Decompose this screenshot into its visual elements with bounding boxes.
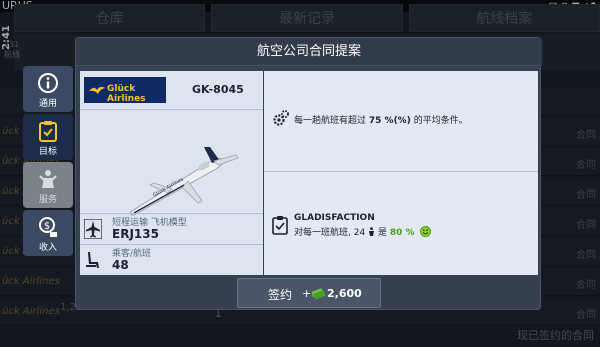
side-tab-label: 服务 [38, 195, 57, 205]
side-tab-goals[interactable]: 目标 [23, 114, 73, 160]
sign-label: 签约 [268, 288, 293, 302]
bird-icon [89, 86, 105, 94]
sign-amount: 2,600 [327, 287, 362, 300]
info-icon [38, 73, 58, 93]
side-tab-label: 目标 [38, 147, 57, 157]
divider [80, 109, 263, 110]
money-icon [311, 288, 325, 299]
divider [264, 171, 538, 172]
condition-satisfaction-value: 80 % [389, 228, 415, 238]
smiley-icon [420, 226, 432, 237]
aircraft-model: ERJ135 [112, 227, 159, 241]
side-tab-label: 通用 [38, 99, 57, 109]
airline-name: Glück Airlines [107, 84, 146, 104]
side-tab-income[interactable]: $ 收入 [23, 210, 73, 256]
condition-average-value: 75 %(%) [368, 116, 411, 126]
conditions-panel: 每一趟航班有超过 75 %(%) 的平均条件。 GLADISFACTION 对每… [264, 71, 538, 275]
sign-plus: + [302, 287, 312, 300]
clipboard-icon [272, 216, 288, 235]
side-tab-general[interactable]: 通用 [23, 66, 73, 112]
divider [80, 244, 263, 245]
dialog-title: 航空公司合同提案 [76, 38, 542, 66]
side-tab-service[interactable]: 服务 [23, 162, 73, 208]
sign-contract-button[interactable]: 签约 + 2,600 [237, 278, 381, 308]
condition-average: 每一趟航班有超过 75 %(%) 的平均条件。 [272, 109, 532, 131]
airplane-image: Glück Airlines [129, 147, 239, 216]
passengers-row: 乘客/航班 48 [80, 246, 263, 276]
condition-satisfaction-mid: 是 [377, 228, 387, 238]
clipboard-icon [39, 121, 57, 142]
seat-icon [86, 252, 99, 268]
contract-proposal-dialog: 航空公司合同提案 Glück Airlines GK-8045 Glück Ai… [75, 37, 542, 310]
divider [80, 213, 263, 214]
airplane-icon [84, 219, 102, 239]
staff-icon [39, 170, 57, 188]
condition-average-suffix: 的平均条件。 [413, 116, 468, 126]
side-tab-label: 收入 [38, 243, 57, 253]
condition-average-prefix: 每一趟航班有超过 [294, 116, 367, 126]
condition-satisfaction-title: GLADISFACTION [294, 213, 375, 223]
flight-code: GK-8045 [192, 83, 244, 96]
condition-satisfaction: GLADISFACTION 对每一班航班, 24 是 80 % [272, 213, 532, 253]
airline-logo: Glück Airlines [84, 77, 166, 104]
aircraft-panel: Glück Airlines GK-8045 Glück Airlines 短程… [80, 71, 263, 275]
money-icon: $ [39, 217, 57, 237]
gear-icon [273, 110, 289, 126]
condition-satisfaction-prefix: 对每一班航班, 24 [294, 228, 366, 238]
aircraft-type-row: 短程运输 飞机模型 ERJ135 [80, 215, 263, 245]
person-icon [369, 227, 375, 236]
svg-text:$: $ [44, 221, 50, 232]
passengers-value: 48 [112, 258, 129, 272]
